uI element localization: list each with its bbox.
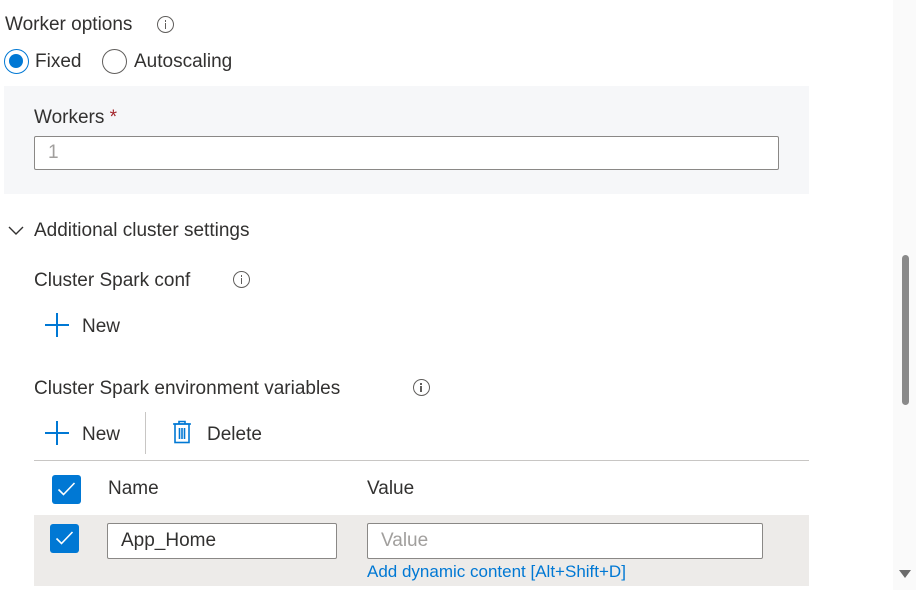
radio-button-checked-icon[interactable] [4, 49, 29, 74]
spark-conf-new-button[interactable]: New [44, 311, 134, 341]
spark-conf-new-label: New [82, 316, 121, 337]
radio-fixed[interactable]: Fixed [4, 49, 94, 77]
plus-icon [45, 421, 69, 445]
required-marker: * [109, 107, 118, 128]
env-vars-label: Cluster Spark environment variables [34, 378, 341, 399]
radio-autoscaling-label: Autoscaling [134, 51, 233, 72]
env-var-name-input[interactable]: App_Home [107, 523, 337, 559]
env-vars-delete-label: Delete [207, 424, 262, 445]
scroll-down-arrow-icon[interactable] [899, 570, 911, 578]
plus-icon [45, 313, 69, 337]
scrollbar-thumb[interactable] [902, 255, 909, 405]
chevron-down-icon [8, 226, 24, 235]
checkmark-icon [57, 482, 76, 496]
info-icon[interactable] [412, 379, 430, 396]
radio-fixed-label: Fixed [35, 51, 82, 72]
select-all-checkbox[interactable] [52, 475, 81, 504]
column-header-name: Name [108, 478, 159, 499]
workers-label-text: Workers [34, 107, 105, 128]
info-icon[interactable] [233, 271, 251, 288]
additional-settings-toggle[interactable]: Additional cluster settings [4, 218, 274, 246]
trash-icon [173, 420, 191, 444]
workers-input-value: 1 [48, 142, 59, 163]
table-row[interactable]: App_Home Value Add dynamic content [Alt+… [34, 515, 809, 586]
workers-input[interactable]: 1 [34, 136, 779, 170]
env-var-name-value: App_Home [121, 530, 217, 551]
toolbar-separator [34, 460, 809, 461]
info-icon[interactable] [157, 16, 174, 33]
column-header-value: Value [367, 478, 415, 499]
env-vars-delete-button[interactable]: Delete [170, 419, 270, 449]
env-vars-new-button[interactable]: New [44, 419, 134, 449]
env-vars-new-label: New [82, 424, 121, 445]
row-checkbox[interactable] [50, 524, 79, 553]
additional-settings-label: Additional cluster settings [34, 220, 250, 241]
env-var-value-placeholder: Value [381, 530, 429, 551]
workers-label: Workers * [34, 107, 117, 129]
add-dynamic-content-link[interactable]: Add dynamic content [Alt+Shift+D] [367, 562, 626, 582]
worker-options-label: Worker options [5, 14, 133, 35]
spark-conf-label: Cluster Spark conf [34, 270, 191, 291]
env-var-value-input[interactable]: Value [367, 523, 763, 559]
radio-autoscaling[interactable]: Autoscaling [102, 49, 252, 77]
radio-button-icon[interactable] [102, 49, 127, 74]
toolbar-divider [145, 412, 146, 454]
checkmark-icon [55, 531, 74, 545]
